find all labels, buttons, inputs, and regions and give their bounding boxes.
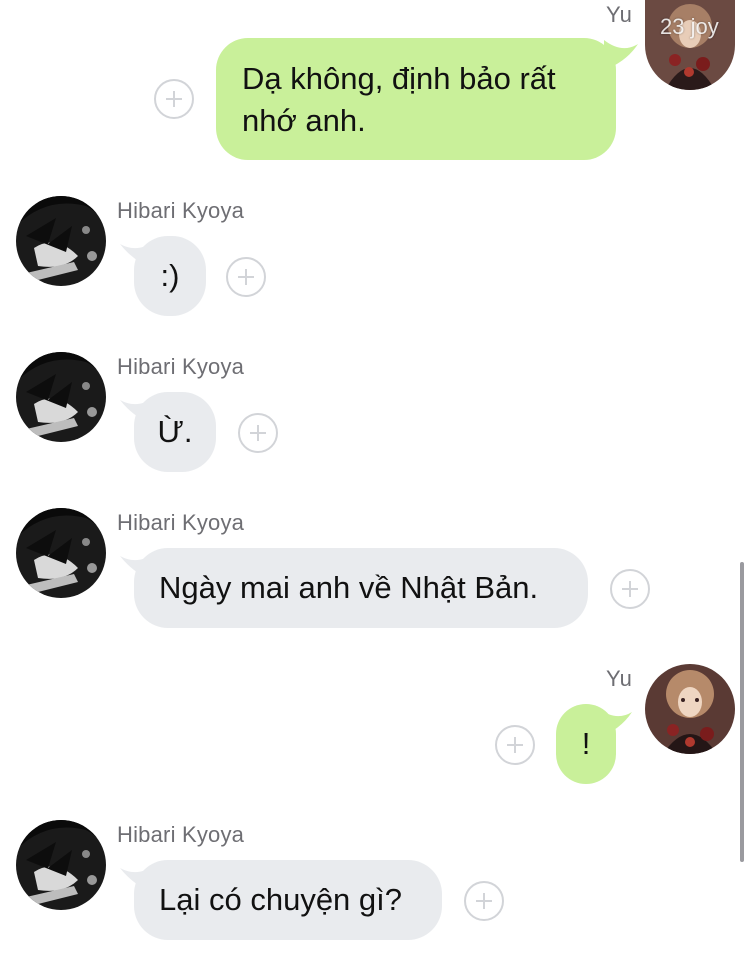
sender-name-yu: Yu <box>606 2 633 27</box>
message-bubble-incoming[interactable]: Ngày mai anh về Nhật Bản. <box>134 548 588 628</box>
add-reaction-button[interactable] <box>495 725 535 765</box>
avatar-overlay-text: 23 joy <box>660 14 719 39</box>
plus-icon <box>238 269 254 285</box>
sender-name-hibari: Hibari Kyoya <box>117 354 245 379</box>
avatar-hibari[interactable] <box>16 196 106 286</box>
message-bubble-incoming[interactable]: Lại có chuyện gì? <box>134 860 442 940</box>
sender-name-hibari: Hibari Kyoya <box>117 510 245 535</box>
plus-icon <box>250 425 266 441</box>
add-reaction-button[interactable] <box>238 413 278 453</box>
sender-name-hibari: Hibari Kyoya <box>117 822 245 847</box>
add-reaction-button[interactable] <box>154 79 194 119</box>
message-bubble-incoming[interactable]: :) <box>134 236 206 316</box>
avatar-yu[interactable] <box>645 664 735 754</box>
add-reaction-button[interactable] <box>610 569 650 609</box>
plus-icon <box>507 737 523 753</box>
message-bubble-outgoing[interactable]: Dạ không, định bảo rất nhớ anh. <box>216 38 616 160</box>
plus-icon <box>476 893 492 909</box>
avatar-hibari[interactable] <box>16 820 106 910</box>
avatar-hibari[interactable] <box>16 352 106 442</box>
plus-icon <box>622 581 638 597</box>
message-bubble-outgoing[interactable]: ! <box>556 704 616 784</box>
sender-name-yu: Yu <box>606 666 633 691</box>
add-reaction-button[interactable] <box>226 257 266 297</box>
add-reaction-button[interactable] <box>464 881 504 921</box>
message-bubble-incoming[interactable]: Ừ. <box>134 392 216 472</box>
scrollbar[interactable] <box>740 562 744 862</box>
sender-name-hibari: Hibari Kyoya <box>117 198 245 223</box>
avatar-hibari[interactable] <box>16 508 106 598</box>
plus-icon <box>166 91 182 107</box>
